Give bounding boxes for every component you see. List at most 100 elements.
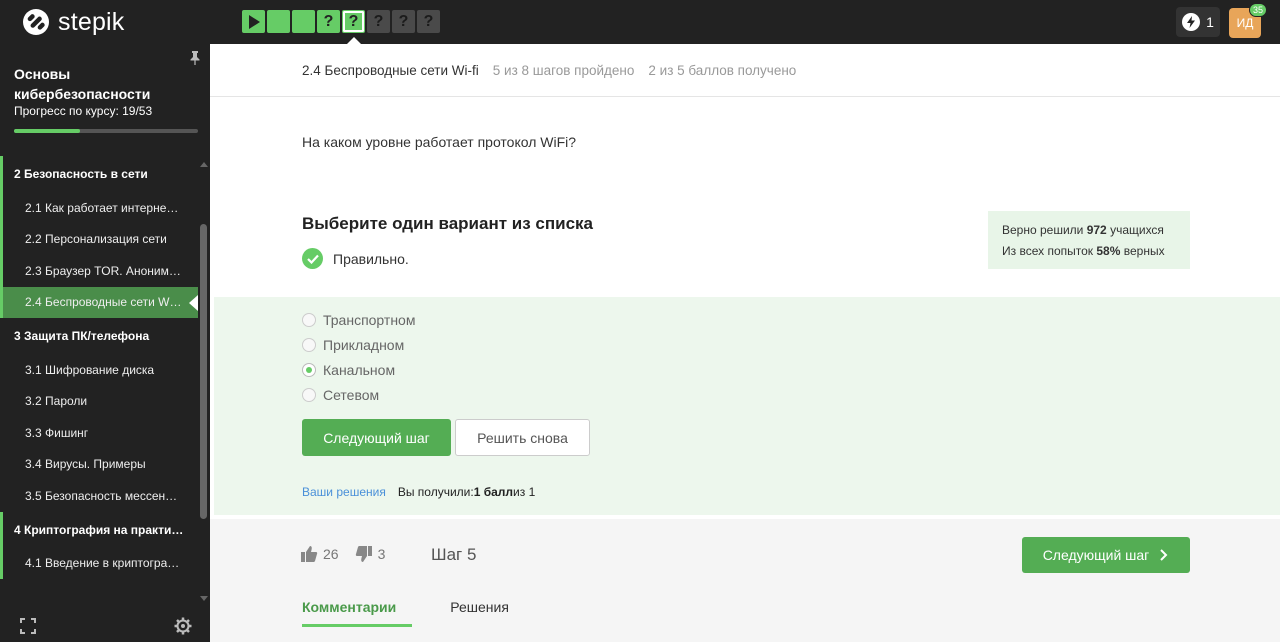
thumbs-up-icon[interactable]	[300, 545, 318, 563]
sidebar-lesson[interactable]: 3.1 Шифрование диска	[0, 354, 198, 386]
result-status: Правильно.	[302, 248, 409, 269]
sidebar-item-label: 3.5 Безопасность мессен…	[25, 488, 178, 503]
sidebar-module[interactable]: 2 Безопасность в сети	[0, 156, 198, 192]
lesson-title[interactable]: 2.4 Беспроводные сети Wi-fi	[302, 63, 479, 78]
course-progress-fill	[14, 129, 80, 133]
radio-button[interactable]	[302, 388, 316, 402]
course-title[interactable]: Основы кибербезопасности	[14, 64, 184, 104]
sidebar-module[interactable]: 3 Защита ПК/телефона	[0, 318, 198, 354]
sidebar-item-label: 4.1 Введение в криптогра…	[25, 556, 180, 571]
likes-count: 26	[323, 546, 339, 562]
discussion-tabs: Комментарии Решения	[302, 599, 547, 627]
lesson-header: 2.4 Беспроводные сети Wi-fi 5 из 8 шагов…	[210, 44, 1280, 97]
attempts-suffix: верных	[1120, 244, 1165, 258]
attempts-percent: 58%	[1096, 244, 1121, 258]
answer-option[interactable]: Транспортном	[302, 312, 415, 328]
settings-gear-icon[interactable]	[174, 617, 192, 635]
active-lesson-arrow	[189, 294, 198, 311]
attempts-prefix: Из всех попыток	[1002, 244, 1097, 258]
pin-icon[interactable]	[190, 51, 200, 68]
sidebar-item-label: 2.1 Как работает интерне…	[25, 200, 179, 215]
thumbs-down-icon[interactable]	[355, 545, 373, 563]
result-prefix: Вы получили:	[397, 485, 474, 499]
play-icon	[248, 14, 260, 29]
sidebar-lesson[interactable]: 3.3 Фишинг	[0, 417, 198, 449]
sidebar-scrollbar[interactable]	[200, 162, 208, 602]
answer-option-label: Сетевом	[323, 387, 380, 403]
step-2[interactable]	[267, 10, 290, 33]
chevron-right-icon	[1160, 549, 1168, 561]
lesson-points: 2 из 5 баллов получено	[648, 62, 797, 78]
step-5-current[interactable]: ?	[342, 10, 365, 33]
energy-button[interactable]: 1	[1176, 7, 1220, 37]
answer-option-label: Прикладном	[323, 337, 405, 353]
step-footer: 26 3 Шаг 5 Следующий шаг Комментарии Реше…	[210, 519, 1280, 642]
your-solutions-link[interactable]: Ваши решения	[302, 485, 386, 499]
radio-button[interactable]	[302, 313, 316, 327]
solved-count: 972	[1086, 223, 1107, 237]
lesson-content: 2.4 Беспроводные сети Wi-fi 5 из 8 шагов…	[210, 44, 1280, 642]
course-nav: 2 Безопасность в сети 2.1 Как работает ин…	[0, 156, 198, 579]
fullscreen-icon[interactable]	[20, 618, 36, 634]
answer-area: Транспортном Прикладном Канальном Сетевом С…	[214, 297, 1280, 515]
sidebar-item-label: 2.2 Персонализация сети	[25, 232, 167, 247]
lightning-icon	[1182, 13, 1201, 31]
sidebar-lesson[interactable]: 4.1 Введение в криптогра…	[0, 547, 198, 579]
sidebar-item-label: 4 Криптография на практи…	[14, 522, 184, 537]
radio-selected[interactable]	[302, 363, 316, 377]
answer-option[interactable]: Прикладном	[302, 337, 404, 353]
solve-again-button[interactable]: Решить снова	[455, 419, 590, 456]
avatar[interactable]: ИД 35	[1229, 3, 1267, 38]
sidebar-lesson[interactable]: 3.2 Пароли	[0, 386, 198, 418]
sidebar-module[interactable]: 4 Криптография на практи…	[0, 511, 198, 548]
tab-solutions[interactable]: Решения	[450, 599, 509, 627]
scroll-up-arrow-icon[interactable]	[200, 162, 208, 167]
sidebar-item-label: 2 Безопасность в сети	[14, 167, 148, 181]
answer-option[interactable]: Сетевом	[302, 387, 379, 403]
score-row: Ваши решения Вы получили: 1 балл из 1	[302, 485, 535, 499]
step-navigation: ?????	[242, 10, 442, 33]
sidebar-lesson-active[interactable]: 2.4 Беспроводные сети W…	[0, 286, 198, 318]
notification-badge: 35	[1248, 3, 1267, 17]
tab-comments[interactable]: Комментарии	[302, 599, 413, 627]
step-4[interactable]: ?	[317, 10, 340, 33]
sidebar-item-label: 3.2 Пароли	[25, 394, 88, 409]
step-number-label: Шаг 5	[431, 545, 477, 564]
stepik-logo-icon	[23, 9, 49, 35]
stepik-logo[interactable]: stepik	[22, 8, 125, 36]
solved-prefix: Верно решили	[1002, 223, 1087, 237]
task-instruction: Выберите один вариант из списка	[302, 214, 593, 233]
sidebar-item-label: 2.3 Браузер TOR. Аноним…	[25, 263, 181, 278]
sidebar-item-label: 3 Защита ПК/телефона	[14, 329, 150, 343]
sidebar-item-label: 3.1 Шифрование диска	[25, 362, 155, 377]
sidebar-lesson[interactable]: 2.2 Персонализация сети	[0, 223, 198, 255]
footer-next-step-label: Следующий шаг	[1042, 547, 1150, 563]
attempts-stat: Из всех попыток 58% верных	[1002, 241, 1190, 262]
dislikes-count: 3	[377, 546, 386, 562]
footer-next-step-button[interactable]: Следующий шаг	[1022, 537, 1190, 573]
radio-button[interactable]	[302, 338, 316, 352]
step-label: ?	[323, 12, 334, 30]
sidebar-footer	[0, 614, 210, 642]
sidebar-lesson[interactable]: 3.4 Вирусы. Примеры	[0, 449, 198, 481]
scrollbar-thumb[interactable]	[200, 224, 207, 519]
sidebar-lesson[interactable]: 2.1 Как работает интерне…	[0, 192, 198, 224]
sidebar-lesson[interactable]: 3.5 Безопасность мессен…	[0, 480, 198, 512]
step-6[interactable]: ?	[367, 10, 390, 33]
answer-option[interactable]: Канальном	[302, 362, 395, 378]
solution-stats: Верно решили 972 учащихся Из всех попыто…	[988, 211, 1190, 269]
sidebar-lesson[interactable]: 2.3 Браузер TOR. Аноним…	[0, 255, 198, 287]
next-step-button[interactable]: Следующий шаг	[302, 419, 451, 456]
step-1[interactable]	[242, 10, 265, 33]
solved-suffix: учащихся	[1106, 223, 1164, 237]
step-8[interactable]: ?	[417, 10, 440, 33]
status-text: Правильно.	[333, 250, 409, 267]
step-3[interactable]	[292, 10, 315, 33]
step-label: ?	[373, 12, 384, 30]
course-progress-label: Прогресс по курсу: 19/53	[14, 104, 153, 118]
sidebar-item-label: 2.4 Беспроводные сети W…	[25, 295, 182, 310]
scroll-down-arrow-icon[interactable]	[200, 596, 208, 601]
step-label: ?	[398, 12, 409, 30]
answer-option-label: Канальном	[323, 362, 396, 378]
step-7[interactable]: ?	[392, 10, 415, 33]
